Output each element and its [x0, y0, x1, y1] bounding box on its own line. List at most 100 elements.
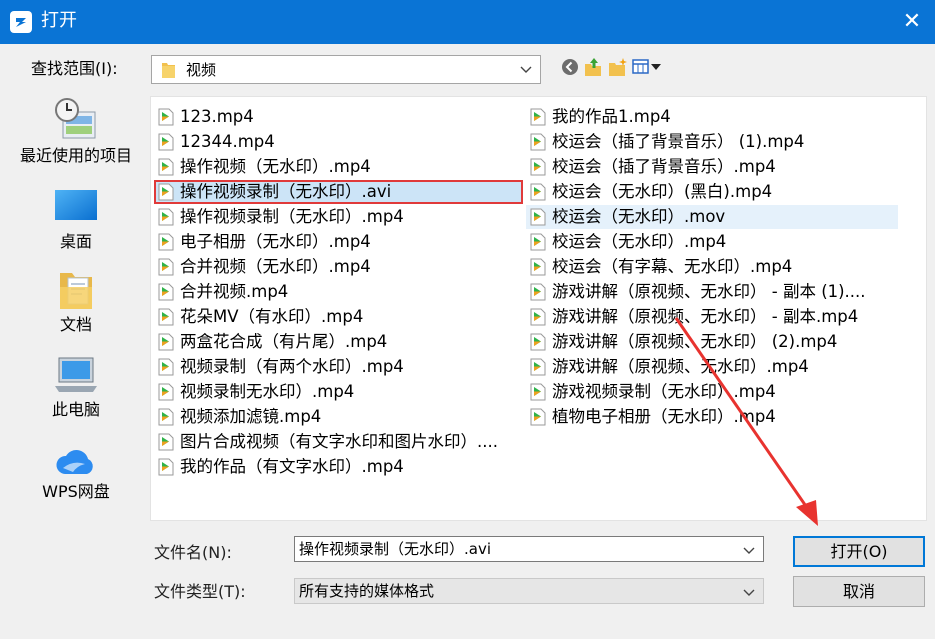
- video-file-icon: [158, 333, 174, 351]
- open-button[interactable]: 打开(O): [793, 536, 925, 567]
- file-name: 游戏讲解（原视频、无水印） - 副本.mp4: [552, 307, 859, 326]
- filename-input[interactable]: 操作视频录制（无水印）.avi: [294, 536, 764, 562]
- file-item[interactable]: 合并视频（无水印）.mp4: [154, 255, 371, 279]
- file-item[interactable]: 操作视频录制（无水印）.avi: [154, 180, 523, 204]
- file-item[interactable]: 12344.mp4: [154, 130, 275, 154]
- this-pc-icon: [55, 357, 97, 392]
- video-file-icon: [530, 283, 546, 301]
- place-label: 文档: [59, 315, 92, 334]
- up-folder-icon[interactable]: [583, 57, 603, 77]
- place-desktop[interactable]: 桌面: [12, 188, 140, 252]
- file-item[interactable]: 操作视频录制（无水印）.mp4: [154, 205, 404, 229]
- video-file-icon: [158, 158, 174, 176]
- file-item[interactable]: 电子相册（无水印）.mp4: [154, 230, 371, 254]
- file-item[interactable]: 游戏讲解（原视频、无水印） - 副本.mp4: [526, 305, 858, 329]
- chevron-down-icon[interactable]: [743, 544, 755, 556]
- close-button[interactable]: ✕: [889, 0, 935, 44]
- new-folder-icon[interactable]: [607, 57, 629, 77]
- video-file-icon: [530, 333, 546, 351]
- file-item[interactable]: 我的作品（有文字水印）.mp4: [154, 455, 404, 479]
- video-file-icon: [158, 208, 174, 226]
- file-name: 电子相册（无水印）.mp4: [180, 232, 371, 251]
- file-name: 校运会（有字幕、无水印）.mp4: [552, 257, 793, 276]
- file-item[interactable]: 视频录制无水印）.mp4: [154, 380, 354, 404]
- video-file-icon: [530, 358, 546, 376]
- file-name: 操作视频录制（无水印）.avi: [180, 182, 392, 201]
- file-item[interactable]: 操作视频（无水印）.mp4: [154, 155, 371, 179]
- file-name: 游戏讲解（原视频、无水印） - 副本 (1)....: [552, 282, 866, 301]
- place-wps-cloud[interactable]: WPS网盘: [12, 442, 140, 502]
- file-name: 图片合成视频（有文字水印和图片水印）....: [180, 432, 498, 451]
- file-item[interactable]: 游戏讲解（原视频、无水印） (2).mp4: [526, 330, 837, 354]
- place-recent-items[interactable]: 最近使用的项目: [12, 96, 140, 166]
- video-file-icon: [530, 408, 546, 426]
- file-item[interactable]: 合并视频.mp4: [154, 280, 288, 304]
- file-item[interactable]: 我的作品1.mp4: [526, 105, 671, 129]
- file-item[interactable]: 123.mp4: [154, 105, 254, 129]
- file-name: 花朵MV（有水印）.mp4: [180, 307, 364, 326]
- file-list[interactable]: 123.mp4 12344.mp4 操作视频（无水印）.mp4 操作视频录制（无水印）…: [150, 96, 927, 521]
- file-item[interactable]: 视频录制（有两个水印）.mp4: [154, 355, 404, 379]
- file-name: 我的作品1.mp4: [552, 107, 671, 126]
- file-name: 视频录制无水印）.mp4: [180, 382, 355, 401]
- video-file-icon: [158, 458, 174, 476]
- video-file-icon: [530, 158, 546, 176]
- file-item[interactable]: 视频添加滤镜.mp4: [154, 405, 321, 429]
- file-item[interactable]: 游戏讲解（原视频、无水印） - 副本 (1)....: [526, 280, 866, 304]
- file-item[interactable]: 校运会（插了背景音乐）.mp4: [526, 155, 776, 179]
- video-file-icon: [158, 383, 174, 401]
- video-file-icon: [158, 108, 174, 126]
- window-title: 打开: [41, 10, 77, 31]
- cancel-button[interactable]: 取消: [793, 576, 925, 607]
- file-item[interactable]: 校运会（无水印）.mp4: [526, 230, 726, 254]
- place-label: 此电脑: [51, 400, 100, 419]
- lookin-dropdown[interactable]: 视频: [151, 55, 541, 84]
- file-name: 合并视频（无水印）.mp4: [180, 257, 371, 276]
- file-name: 视频添加滤镜.mp4: [180, 407, 322, 426]
- file-item[interactable]: 校运会（无水印）.mov: [526, 205, 898, 229]
- file-item[interactable]: 图片合成视频（有文字水印和图片水印）....: [154, 430, 498, 454]
- place-this-pc[interactable]: 此电脑: [12, 356, 140, 420]
- place-documents[interactable]: 文档: [12, 269, 140, 335]
- file-name: 校运会（无水印）(黑白).mp4: [552, 182, 773, 201]
- video-file-icon: [158, 133, 174, 151]
- filetype-dropdown[interactable]: 所有支持的媒体格式: [294, 578, 764, 604]
- file-item[interactable]: 游戏视频录制（无水印）.mp4: [526, 380, 776, 404]
- video-file-icon: [530, 258, 546, 276]
- file-name: 植物电子相册（无水印）.mp4: [552, 407, 776, 426]
- file-name: 校运会（插了背景音乐）.mp4: [552, 157, 776, 176]
- file-item[interactable]: 花朵MV（有水印）.mp4: [154, 305, 363, 329]
- place-label: 最近使用的项目: [19, 146, 132, 165]
- file-name: 游戏视频录制（无水印）.mp4: [552, 382, 776, 401]
- file-item[interactable]: 校运会（无水印）(黑白).mp4: [526, 180, 772, 204]
- video-file-icon: [530, 133, 546, 151]
- app-logo-icon: [10, 11, 32, 33]
- lookin-value: 视频: [186, 61, 217, 79]
- file-name: 合并视频.mp4: [180, 282, 289, 301]
- back-icon[interactable]: [561, 57, 579, 77]
- close-icon: ✕: [902, 9, 922, 34]
- video-file-icon: [158, 283, 174, 301]
- file-name: 校运会（无水印）.mov: [552, 207, 726, 226]
- file-name: 两盒花合成（有片尾）.mp4: [180, 332, 388, 351]
- file-item[interactable]: 校运会（有字幕、无水印）.mp4: [526, 255, 792, 279]
- file-item[interactable]: 两盒花合成（有片尾）.mp4: [154, 330, 387, 354]
- file-item[interactable]: 游戏讲解（原视频、无水印）.mp4: [526, 355, 809, 379]
- view-menu-icon[interactable]: [632, 57, 662, 77]
- wps-cloud-icon: [56, 450, 93, 474]
- file-name: 视频录制（有两个水印）.mp4: [180, 357, 404, 376]
- file-name: 校运会（插了背景音乐） (1).mp4: [552, 132, 805, 151]
- file-item[interactable]: 植物电子相册（无水印）.mp4: [526, 405, 776, 429]
- filename-value: 操作视频录制（无水印）.avi: [299, 540, 492, 558]
- file-item[interactable]: 校运会（插了背景音乐） (1).mp4: [526, 130, 804, 154]
- filename-label: 文件名(N):: [154, 543, 232, 562]
- video-file-icon: [158, 358, 174, 376]
- folder-icon: [162, 63, 175, 78]
- place-label: 桌面: [59, 232, 92, 251]
- video-file-icon: [158, 258, 174, 276]
- video-file-icon: [530, 383, 546, 401]
- filetype-value: 所有支持的媒体格式: [299, 582, 435, 600]
- video-file-icon: [530, 183, 546, 201]
- desktop-icon: [55, 190, 97, 220]
- video-file-icon: [530, 308, 546, 326]
